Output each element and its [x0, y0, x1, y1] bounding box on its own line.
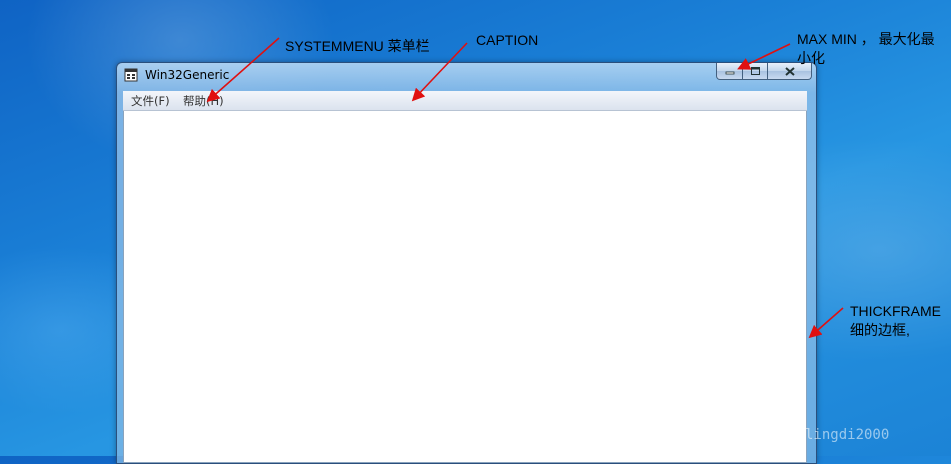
maximize-button[interactable]	[743, 63, 768, 80]
menu-bar: 文件(F) 帮助(H)	[123, 91, 807, 111]
client-area[interactable]	[123, 111, 807, 463]
maximize-icon	[750, 67, 760, 75]
close-icon	[784, 66, 795, 76]
minimize-button[interactable]	[716, 63, 743, 80]
app-window[interactable]: Win32Generic 文件(F) 帮助(H)	[116, 62, 817, 464]
app-icon[interactable]	[124, 68, 138, 82]
annotation-caption: CAPTION	[476, 32, 539, 48]
watermark: http://blog.csdn.net/lingdi2000	[628, 427, 890, 443]
annotation-systemmenu: SYSTEMMENU 菜单栏	[285, 38, 430, 54]
menu-file[interactable]: 文件(F)	[131, 93, 170, 109]
minimize-icon	[725, 71, 734, 75]
annotation-thickframe: THICKFRAME 细的边框,	[850, 303, 941, 338]
annotation-maxmin: MAX MIN ， 最大化最 小化	[797, 31, 935, 66]
title-bar[interactable]: Win32Generic	[117, 63, 816, 88]
window-title: Win32Generic	[145, 68, 230, 82]
menu-help[interactable]: 帮助(H)	[183, 93, 224, 109]
